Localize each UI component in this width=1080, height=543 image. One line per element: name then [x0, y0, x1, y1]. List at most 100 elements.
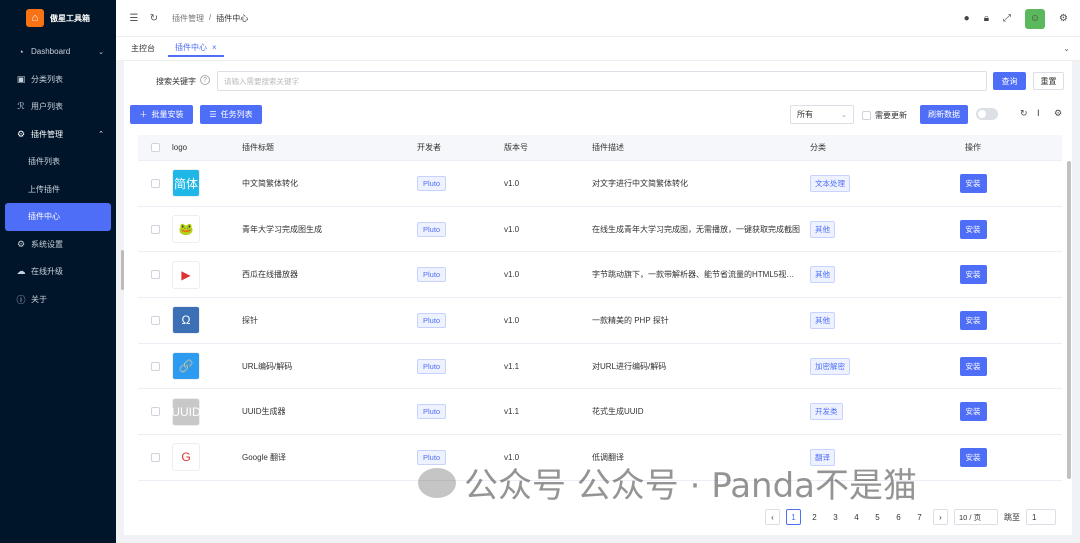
toggle-switch[interactable] — [976, 108, 998, 120]
page-number[interactable]: 1 — [786, 509, 801, 525]
developer-tag: Pluto — [417, 175, 447, 191]
row-checkbox[interactable] — [150, 178, 160, 188]
plugin-title: URL编码/解码 — [242, 361, 293, 371]
breadcrumb-item[interactable]: 插件管理 — [172, 13, 204, 24]
lock-icon[interactable]: 🔒︎ — [984, 13, 989, 24]
settings-icon[interactable]: ⚙ — [1059, 13, 1068, 24]
fullscreen-icon[interactable]: ⤢ — [1003, 13, 1011, 24]
refresh-data-button[interactable]: 刷新数据 — [920, 105, 968, 124]
watermark: 公众号 公众号 · Panda不是猫 — [418, 458, 917, 507]
list-icon: ☰ — [209, 110, 217, 119]
reset-button[interactable]: 重置 — [1033, 72, 1064, 90]
sidebar-item-categories[interactable]: ▣ 分类列表 — [0, 66, 116, 94]
breadcrumb-current: 插件中心 — [216, 13, 249, 23]
select-all-checkbox[interactable] — [150, 143, 160, 152]
help-icon[interactable]: ? — [200, 75, 210, 85]
developer-tag: Pluto — [417, 358, 447, 374]
button-label: 任务列表 — [220, 110, 253, 119]
plugin-title: 中文简繁体转化 — [242, 178, 298, 188]
menu-toggle-icon[interactable]: ☰ — [124, 13, 144, 24]
developer-tag: Pluto — [417, 221, 447, 237]
search-form: 搜索关键字 ? 查询 重置 — [124, 71, 1072, 91]
row-checkbox[interactable] — [150, 361, 160, 371]
tab-console[interactable]: 主控台 — [124, 41, 162, 57]
plugin-title: 探针 — [242, 315, 258, 325]
task-list-button[interactable]: ☰ 任务列表 — [200, 105, 262, 124]
sidebar-item-label: 关于 — [31, 294, 47, 304]
sidebar-item-plugin-list[interactable]: 插件列表 — [0, 148, 116, 176]
plugin-logo: G — [172, 443, 200, 472]
page-number[interactable]: 3 — [828, 509, 843, 525]
column-settings-icon[interactable]: ⚙ — [1054, 108, 1062, 119]
install-button[interactable]: 安装 — [959, 310, 987, 330]
row-checkbox[interactable] — [150, 315, 160, 325]
select-value: 所有 — [797, 110, 813, 119]
row-checkbox[interactable] — [150, 224, 160, 234]
sidebar-item-plugin-center[interactable]: 插件中心 — [5, 203, 111, 231]
reload-icon[interactable]: ↻ — [144, 13, 164, 24]
row-checkbox[interactable] — [150, 270, 160, 280]
github-icon[interactable]: ● — [964, 13, 970, 24]
brand-name: 傲星工具箱 — [50, 13, 90, 23]
query-button[interactable]: 查询 — [993, 72, 1026, 90]
plugin-title: 青年大学习完成图生成 — [242, 224, 322, 234]
need-update-checkbox[interactable]: 需要更新 — [862, 110, 907, 121]
category-tag: 其他 — [810, 311, 835, 329]
table-row: ▶ 西瓜在线播放器 Pluto v1.0 字节跳动旗下，一款带解析器、能节省流量的HTM… — [138, 252, 1062, 299]
sidebar-item-upload-plugin[interactable]: 上传插件 — [0, 176, 116, 204]
chevron-down-icon: ⌄ — [98, 48, 104, 56]
info-icon: ⓘ — [16, 294, 26, 305]
page-number[interactable]: 5 — [870, 509, 885, 525]
avatar[interactable]: ☺ — [1025, 8, 1046, 29]
tab-bar: 主控台 插件中心 × ⌄ — [116, 37, 1080, 61]
install-button[interactable]: 安装 — [959, 219, 987, 239]
sidebar-item-users[interactable]: ℛ 用户列表 — [0, 93, 116, 121]
install-button[interactable]: 安装 — [959, 356, 987, 376]
category-tag: 文本处理 — [810, 174, 850, 192]
sidebar-item-about[interactable]: ⓘ 关于 — [0, 286, 116, 314]
sidebar-item-dashboard[interactable]: ◔ Dashboard ⌄ — [0, 38, 116, 66]
search-label: 搜索关键字 — [156, 77, 196, 86]
plugin-title: UUID生成器 — [242, 407, 286, 417]
search-input[interactable] — [217, 71, 987, 91]
close-icon[interactable]: × — [212, 43, 217, 52]
install-button[interactable]: 安装 — [959, 173, 987, 193]
page-number[interactable]: 7 — [912, 509, 927, 525]
row-checkbox[interactable] — [150, 452, 160, 462]
install-button[interactable]: 安装 — [959, 265, 987, 285]
batch-install-button[interactable]: ＋批量安装 — [130, 105, 193, 124]
sidebar-item-plugin-management[interactable]: ⚙ 插件管理 ⌃ — [0, 121, 116, 149]
jump-input[interactable]: 1 — [1026, 509, 1056, 525]
page-size-select[interactable]: 10 / 页 — [954, 509, 998, 525]
plugin-description: 花式生成UUID — [592, 407, 644, 417]
plugin-description: 对URL进行编码/解码 — [592, 361, 667, 371]
breadcrumb: 插件管理 / 插件中心 — [172, 13, 248, 24]
tab-plugin-center[interactable]: 插件中心 × — [168, 41, 224, 57]
install-button[interactable]: 安装 — [959, 402, 987, 422]
brand[interactable]: ⌂ 傲星工具箱 — [0, 0, 116, 36]
page-number[interactable]: 2 — [807, 509, 822, 525]
plugin-description: 字节跳动旗下，一款带解析器、能节省流量的HTML5视频播放器 — [592, 270, 810, 280]
sidebar-item-label: 用户列表 — [31, 102, 63, 112]
filter-select[interactable]: 所有 ⌄ — [790, 105, 854, 124]
sidebar-item-label: 插件管理 — [31, 129, 63, 139]
sidebar-item-settings[interactable]: ⚙ 系统设置 — [0, 231, 116, 259]
density-icon[interactable]: Ⅰ — [1037, 108, 1040, 119]
next-page-button[interactable]: › — [933, 509, 948, 525]
install-button[interactable]: 安装 — [959, 447, 987, 467]
table-row: Ω 探针 Pluto v1.0 一款精美的 PHP 探针 其他 安装 — [138, 298, 1062, 344]
refresh-icon[interactable]: ↻ — [1020, 108, 1028, 119]
plus-icon: ＋ — [139, 110, 148, 119]
wechat-icon — [418, 467, 456, 498]
row-checkbox[interactable] — [150, 407, 160, 417]
page-number[interactable]: 4 — [849, 509, 864, 525]
plugin-logo: UUID — [171, 397, 201, 426]
sidebar-item-upgrade[interactable]: ☁ 在线升级 — [0, 258, 116, 286]
checkbox[interactable] — [862, 111, 871, 120]
page-number[interactable]: 6 — [891, 509, 906, 525]
table-scrollbar[interactable] — [1067, 161, 1071, 479]
table-row: UUID UUID生成器 Pluto v1.1 花式生成UUID 开发类 安装 — [138, 389, 1062, 436]
chevron-down-icon[interactable]: ⌄ — [1063, 44, 1070, 53]
table-row: 🔗 URL编码/解码 Pluto v1.1 对URL进行编码/解码 加密解密 安装 — [138, 344, 1062, 390]
prev-page-button[interactable]: ‹ — [765, 509, 780, 525]
